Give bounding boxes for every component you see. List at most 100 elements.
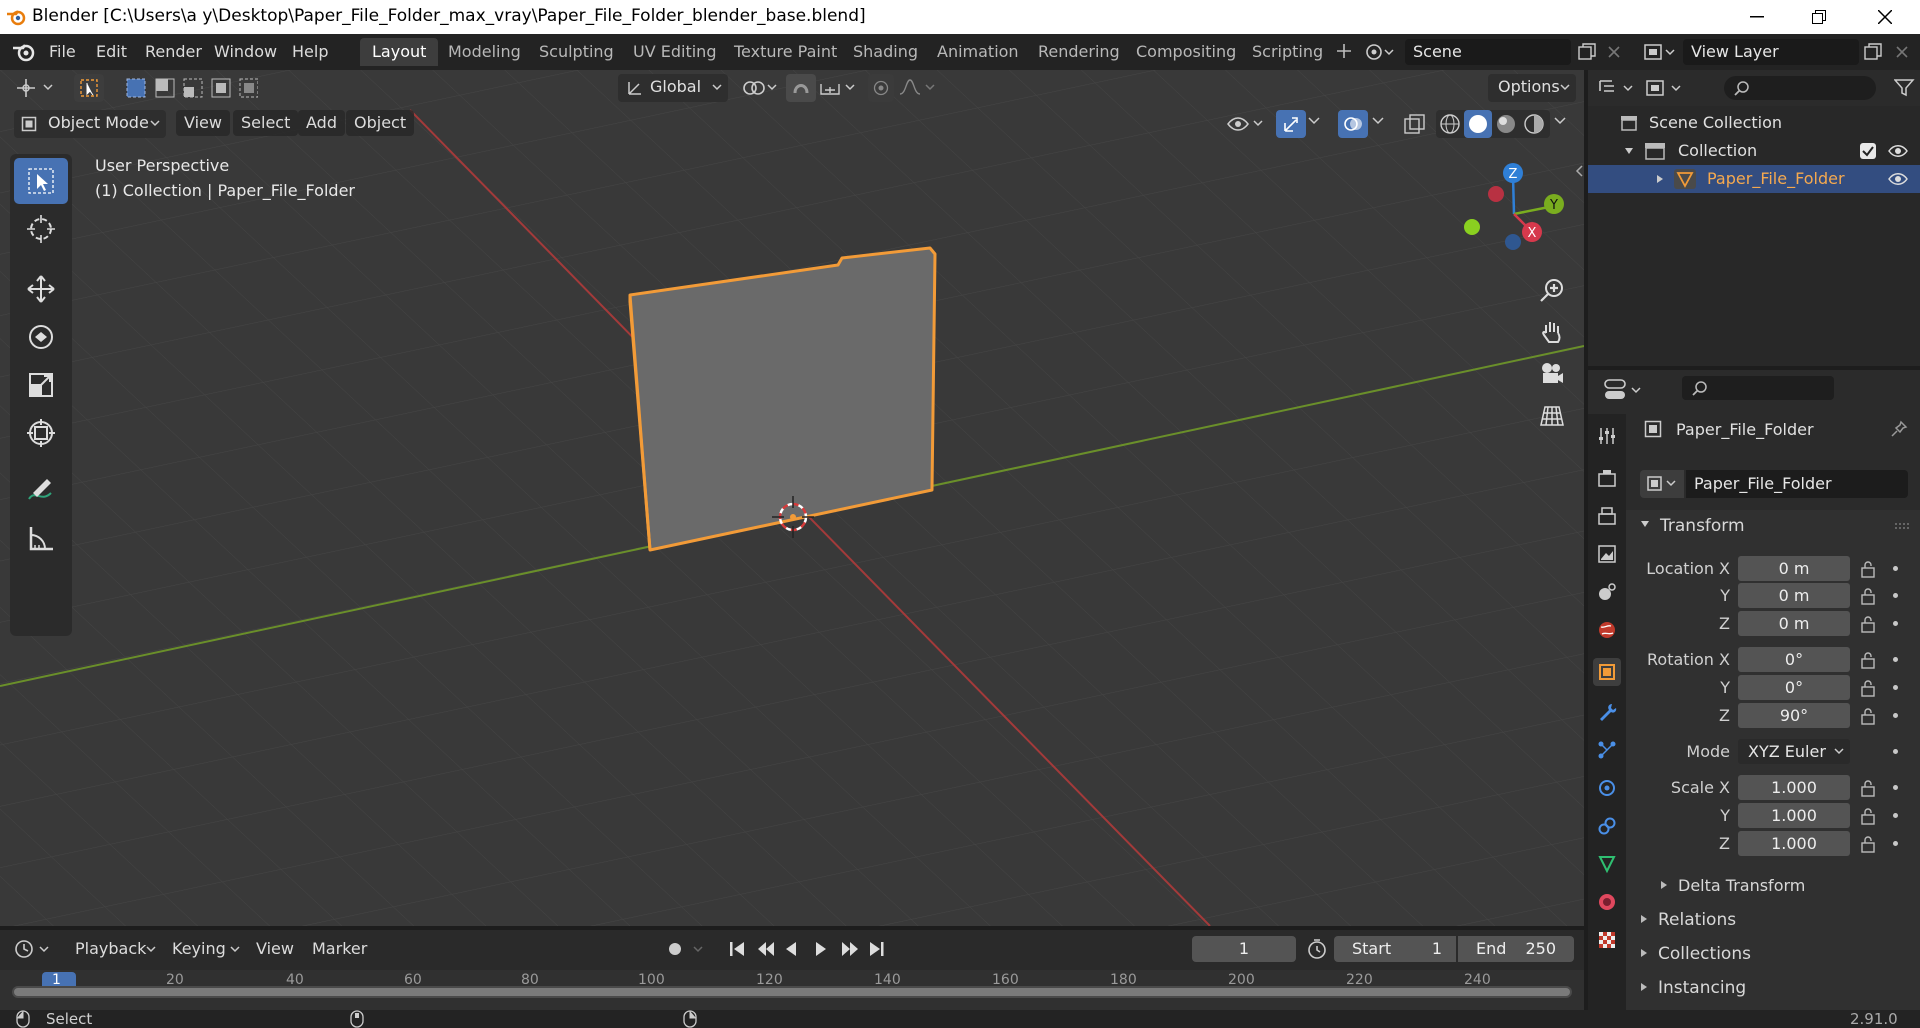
outliner-row-collection[interactable]: Collection [1588, 137, 1920, 165]
solid-shading-icon[interactable] [1464, 110, 1492, 138]
instancing-header[interactable]: Instancing [1658, 978, 1746, 998]
outliner-row-paper-file-folder[interactable]: Paper_File_Folder [1588, 165, 1920, 193]
pin-icon[interactable] [1890, 420, 1908, 438]
keyframe-dot[interactable] [1893, 621, 1898, 626]
rendered-shading-icon[interactable] [1522, 112, 1546, 136]
lock-icon[interactable] [1860, 615, 1878, 633]
gizmo-toggle-icon[interactable] [1276, 110, 1306, 138]
object-mode-dropdown[interactable]: Object Mode [14, 110, 166, 138]
zoom-icon[interactable] [1534, 272, 1570, 308]
selection-mode-icons[interactable] [126, 78, 258, 98]
rotation-x-field[interactable]: 0° [1738, 647, 1850, 672]
tab-layout[interactable]: Layout [360, 38, 439, 66]
location-y-field[interactable]: 0 m [1738, 583, 1850, 608]
object-datablock-icon[interactable] [1640, 470, 1684, 498]
cursor-tool[interactable] [14, 206, 68, 252]
transform-header[interactable]: Transform [1660, 516, 1745, 536]
collection-checkbox[interactable] [1860, 143, 1876, 159]
data-properties-icon[interactable] [1593, 850, 1621, 878]
location-x-field[interactable]: 0 m [1738, 556, 1850, 581]
relations-header[interactable]: Relations [1658, 910, 1736, 930]
object-properties-icon[interactable] [1593, 658, 1621, 686]
close-button[interactable] [1862, 0, 1908, 34]
properties-editor-type-icon[interactable] [1604, 378, 1646, 402]
rotation-z-field[interactable]: 90° [1738, 703, 1850, 728]
physics-properties-icon[interactable] [1593, 774, 1621, 802]
scale-tool[interactable] [14, 362, 68, 408]
minimize-button[interactable] [1734, 0, 1780, 34]
proportional-editing-icon[interactable] [868, 74, 894, 102]
timeline-menu-view[interactable]: View [256, 936, 294, 962]
timeline-scrollbar[interactable] [12, 986, 1572, 998]
scale-x-field[interactable]: 1.000 [1738, 775, 1850, 800]
lock-icon[interactable] [1860, 679, 1878, 697]
keyframe-dot[interactable] [1893, 657, 1898, 662]
delete-scene-icon[interactable] [1607, 45, 1621, 59]
tab-compositing[interactable]: Compositing [1124, 38, 1248, 66]
view-layer-properties-icon[interactable] [1593, 540, 1621, 568]
scene-selector-icon[interactable] [1365, 42, 1395, 62]
options-dropdown[interactable]: Options [1488, 74, 1576, 102]
lock-icon[interactable] [1860, 587, 1878, 605]
display-mode-icon[interactable] [1646, 78, 1688, 98]
delta-transform-header[interactable]: Delta Transform [1678, 876, 1805, 895]
xray-toggle-icon[interactable] [1404, 114, 1426, 136]
annotate-tool[interactable] [14, 468, 68, 514]
keyframe-dot[interactable] [1893, 813, 1898, 818]
scene-properties-icon[interactable] [1593, 578, 1621, 606]
snap-toggle-icon[interactable] [786, 74, 816, 102]
overlay-toggle-icon[interactable] [1338, 110, 1368, 138]
filter-icon[interactable] [1894, 78, 1916, 98]
pan-hand-icon[interactable] [1534, 314, 1570, 350]
new-scene-icon[interactable] [1578, 43, 1596, 61]
keyframe-dot[interactable] [1893, 593, 1898, 598]
restore-button[interactable] [1796, 0, 1842, 34]
lock-icon[interactable] [1860, 779, 1878, 797]
panel-drag-icon[interactable] [1894, 522, 1910, 530]
lock-icon[interactable] [1860, 560, 1878, 578]
outliner-search-input[interactable] [1724, 76, 1876, 100]
lock-icon[interactable] [1860, 835, 1878, 853]
modifier-properties-icon[interactable] [1593, 698, 1621, 726]
transform-tool[interactable] [14, 410, 68, 456]
constraint-properties-icon[interactable] [1593, 812, 1621, 840]
render-properties-icon[interactable] [1593, 464, 1621, 492]
start-frame-field[interactable]: Start 1 [1334, 936, 1456, 962]
keyframe-dot[interactable] [1893, 713, 1898, 718]
current-frame-field[interactable]: 1 [1192, 936, 1296, 962]
properties-search-input[interactable] [1682, 376, 1834, 400]
collections-header[interactable]: Collections [1658, 944, 1751, 964]
tab-texture-paint[interactable]: Texture Paint [722, 38, 849, 66]
menu-help[interactable]: Help [292, 42, 328, 61]
overlay-dropdown-icon[interactable] [1372, 116, 1384, 126]
timeline-menu-keying[interactable]: Keying [172, 936, 226, 962]
menu-render[interactable]: Render [145, 42, 202, 61]
rotation-y-field[interactable]: 0° [1738, 675, 1850, 700]
viewport-menu-object[interactable]: Object [346, 110, 415, 136]
pivot-point-icon[interactable] [740, 76, 780, 100]
delete-view-layer-icon[interactable] [1895, 45, 1909, 59]
rotation-mode-dropdown[interactable]: XYZ Euler [1738, 739, 1850, 764]
particle-properties-icon[interactable] [1593, 736, 1621, 764]
view-layer-field[interactable]: View Layer [1683, 39, 1859, 65]
lock-icon[interactable] [1860, 707, 1878, 725]
material-properties-icon[interactable] [1593, 888, 1621, 916]
sidebar-toggle-icon[interactable] [1574, 164, 1584, 178]
new-view-layer-icon[interactable] [1864, 43, 1882, 61]
menu-file[interactable]: File [49, 42, 76, 61]
visibility-icon[interactable] [1226, 112, 1266, 136]
transform-orientation-dropdown[interactable]: Global [618, 74, 728, 102]
output-properties-icon[interactable] [1593, 502, 1621, 530]
ortho-toggle-icon[interactable] [1534, 398, 1570, 434]
location-z-field[interactable]: 0 m [1738, 611, 1850, 636]
camera-view-icon[interactable] [1534, 356, 1570, 392]
shading-dropdown-icon[interactable] [1554, 116, 1566, 126]
auto-keying-icon[interactable] [660, 938, 706, 960]
add-workspace-icon[interactable] [1336, 43, 1352, 59]
snap-target-icon[interactable] [818, 76, 858, 100]
tab-rendering[interactable]: Rendering [1026, 38, 1132, 66]
navigation-gizmo[interactable]: Z Y X [1450, 158, 1570, 268]
viewport-menu-select[interactable]: Select [233, 110, 299, 136]
keyframe-dot[interactable] [1893, 566, 1898, 571]
scene-name-field[interactable]: Scene [1405, 39, 1571, 65]
